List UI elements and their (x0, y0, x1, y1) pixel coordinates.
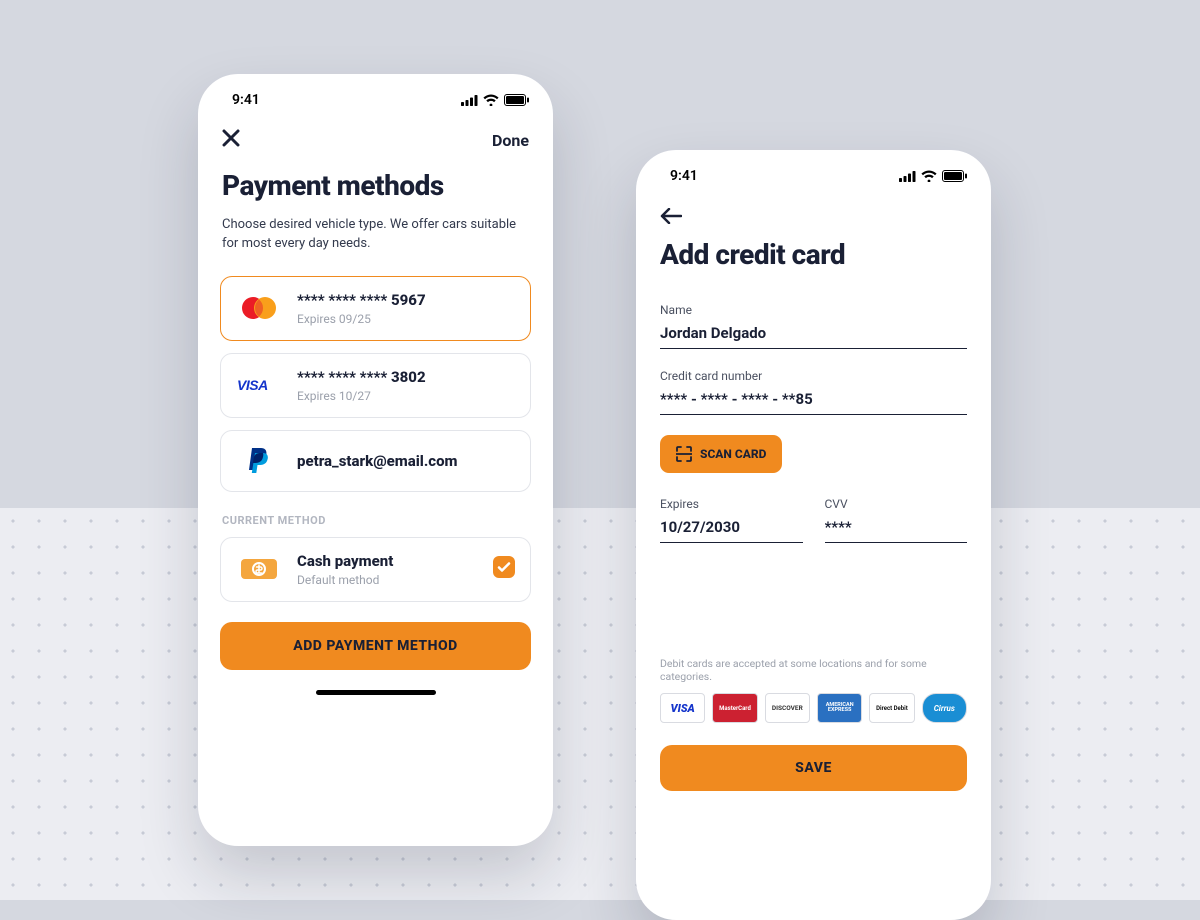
signal-icon (461, 95, 478, 106)
payment-method-cash[interactable]: Cash payment Default method (220, 537, 531, 602)
page-title: Payment methods (198, 159, 553, 208)
paypal-icon (235, 445, 283, 477)
paypal-email: petra_stark@email.com (297, 452, 458, 470)
scan-card-label: SCAN CARD (700, 447, 766, 461)
field-name: Name (660, 303, 967, 349)
status-bar: 9:41 (198, 74, 553, 116)
scan-icon (676, 446, 692, 462)
status-indicators (461, 94, 529, 106)
cash-icon (235, 555, 283, 583)
brand-visa: VISA (660, 693, 705, 723)
done-button[interactable]: Done (492, 131, 529, 150)
current-method-label: CURRENT METHOD (198, 492, 553, 537)
expires-label: Expires (660, 497, 803, 511)
field-expires: Expires (660, 497, 803, 543)
battery-icon (504, 94, 529, 106)
expires-input[interactable] (660, 511, 803, 543)
wifi-icon (921, 170, 937, 182)
name-label: Name (660, 303, 967, 317)
brand-directdebit: Direct Debit (869, 693, 914, 723)
card-expires: Expires 10/27 (297, 389, 426, 403)
status-time: 9:41 (232, 92, 260, 108)
name-input[interactable] (660, 317, 967, 349)
card-number: **** **** **** 5967 (297, 291, 426, 309)
payment-method-visa[interactable]: VISA **** **** **** 3802 Expires 10/27 (220, 353, 531, 418)
brand-amex: AMERICAN EXPRESS (817, 693, 862, 723)
status-bar: 9:41 (636, 150, 991, 192)
payment-method-paypal[interactable]: petra_stark@email.com (220, 430, 531, 492)
status-time: 9:41 (670, 168, 698, 184)
mastercard-icon (235, 294, 283, 322)
save-button[interactable]: SAVE (660, 745, 967, 791)
brand-cirrus: Cirrus (922, 693, 967, 723)
disclaimer-text: Debit cards are accepted at some locatio… (636, 657, 991, 683)
background-dots (0, 508, 1200, 900)
payment-method-list: **** **** **** 5967 Expires 09/25 VISA *… (198, 270, 553, 492)
cash-title: Cash payment (297, 552, 393, 570)
add-payment-button[interactable]: ADD PAYMENT METHOD (220, 622, 531, 670)
cash-sub: Default method (297, 573, 393, 587)
card-number-input[interactable] (660, 383, 967, 415)
visa-icon: VISA (235, 377, 283, 393)
card-number-label: Credit card number (660, 369, 967, 383)
back-button[interactable] (636, 192, 991, 228)
page-subtitle: Choose desired vehicle type. We offer ca… (198, 208, 553, 270)
home-indicator (316, 690, 436, 695)
field-cvv: CVV (825, 497, 968, 543)
signal-icon (899, 171, 916, 182)
card-number: **** **** **** 3802 (297, 368, 426, 386)
check-icon (492, 555, 516, 583)
field-card-number: Credit card number (660, 369, 967, 415)
phone-payment-methods: 9:41 Done Payment methods Choose desired… (198, 74, 553, 846)
cvv-input[interactable] (825, 511, 968, 543)
svg-text:VISA: VISA (237, 377, 268, 393)
brand-discover: DISCOVER (765, 693, 810, 723)
phone-add-card: 9:41 Add credit card Name Credit card nu… (636, 150, 991, 920)
cvv-label: CVV (825, 497, 968, 511)
battery-icon (942, 170, 967, 182)
add-card-form: Name Credit card number SCAN CARD Expire… (636, 277, 991, 543)
scan-card-button[interactable]: SCAN CARD (660, 435, 782, 473)
page-title: Add credit card (636, 228, 991, 277)
payment-method-mastercard[interactable]: **** **** **** 5967 Expires 09/25 (220, 276, 531, 341)
accepted-brands: VISA MasterCard DISCOVER AMERICAN EXPRES… (636, 683, 991, 723)
status-indicators (899, 170, 967, 182)
card-expires: Expires 09/25 (297, 312, 426, 326)
header-bar: Done (198, 116, 553, 159)
close-icon[interactable] (222, 128, 240, 153)
wifi-icon (483, 94, 499, 106)
brand-mastercard: MasterCard (712, 693, 757, 723)
